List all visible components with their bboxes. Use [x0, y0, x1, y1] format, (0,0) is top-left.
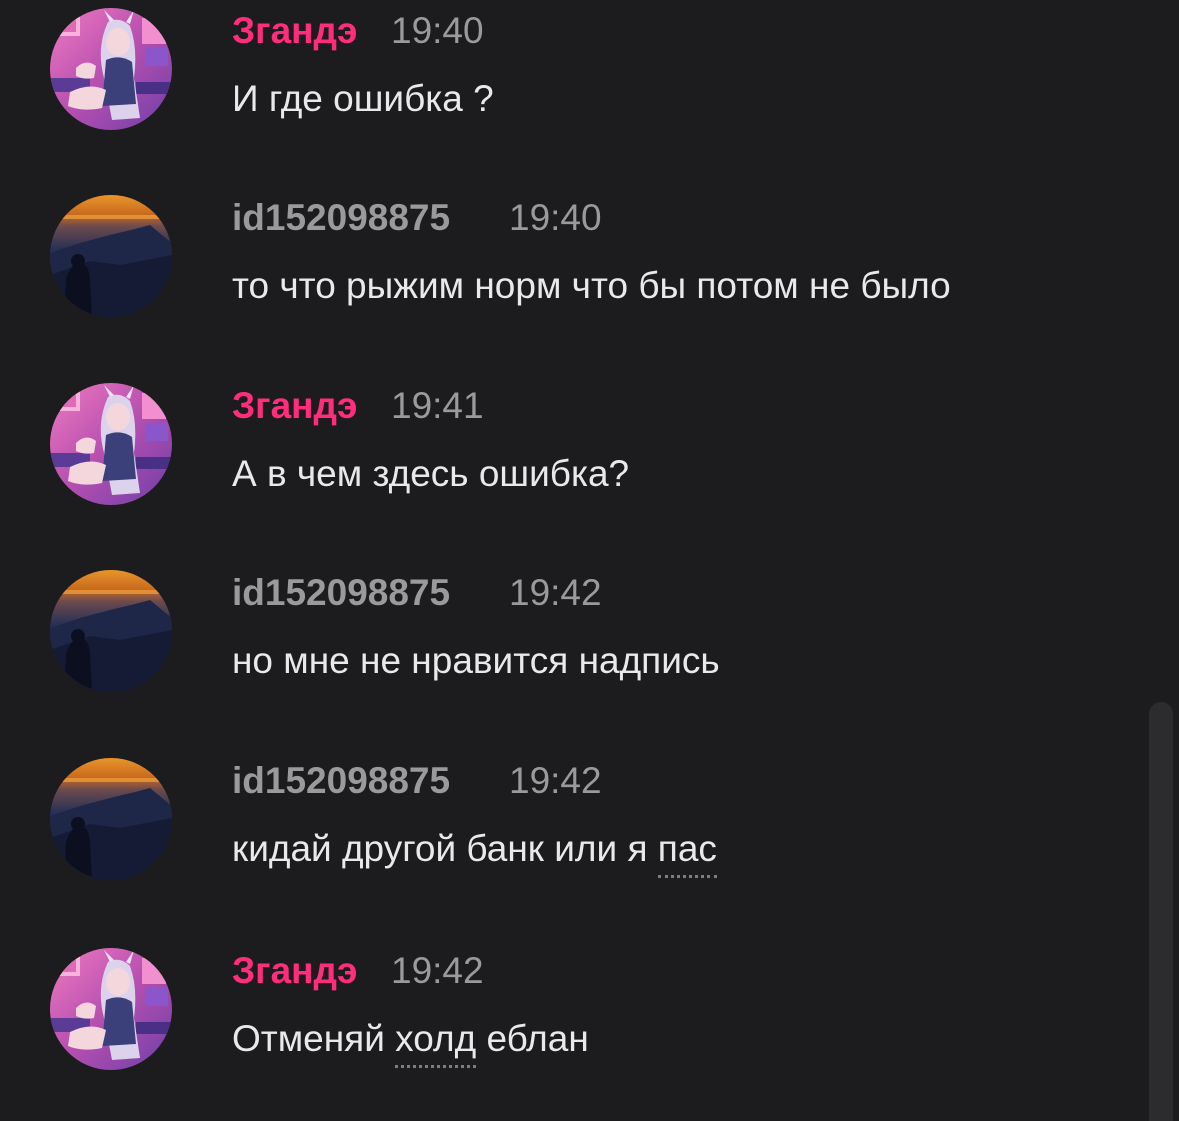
- sunset-mountain-avatar-icon[interactable]: [50, 195, 172, 317]
- message-author[interactable]: id152098875: [232, 760, 450, 802]
- message-item: Згандэ 19:41 А в чем здесь ошибка?: [0, 375, 1140, 515]
- sunset-mountain-avatar-icon[interactable]: [50, 570, 172, 692]
- message-text: то что рыжим норм что бы потом не было: [232, 265, 951, 306]
- message-item: id152098875 19:40 то что рыжим норм что …: [0, 187, 1140, 327]
- message-item: id152098875 19:42 кидай другой банк или …: [0, 750, 1140, 890]
- message-item: id152098875 19:42 но мне не нравится над…: [0, 562, 1140, 702]
- anime-girl-avatar-icon[interactable]: [50, 8, 172, 130]
- message-author[interactable]: id152098875: [232, 197, 450, 239]
- message-text: И где ошибка ?: [232, 78, 494, 119]
- chat-message-list: Згандэ 19:40 И где ошибка ? id152098875 …: [0, 0, 1179, 1121]
- message-time: 19:42: [509, 572, 602, 613]
- message-author[interactable]: Згандэ: [232, 10, 357, 52]
- anime-girl-avatar-icon[interactable]: [50, 948, 172, 1070]
- message-text: но мне не нравится надпись: [232, 640, 720, 681]
- message-time: 19:40: [391, 10, 484, 51]
- message-item: Згандэ 19:40 И где ошибка ?: [0, 0, 1140, 140]
- sunset-mountain-avatar-icon[interactable]: [50, 758, 172, 880]
- message-text: кидай другой банк или я пас: [232, 828, 717, 878]
- scrollbar[interactable]: [1149, 702, 1173, 1121]
- message-text-part: еблан: [476, 1018, 589, 1059]
- message-author[interactable]: id152098875: [232, 572, 450, 614]
- message-author[interactable]: Згандэ: [232, 385, 357, 427]
- message-time: 19:41: [391, 385, 484, 426]
- message-time: 19:42: [509, 760, 602, 801]
- message-text: Отменяй холд еблан: [232, 1018, 589, 1068]
- message-item: Згандэ 19:42 Отменяй холд еблан: [0, 940, 1140, 1080]
- message-text-part: Отменяй: [232, 1018, 396, 1059]
- message-time: 19:40: [509, 197, 602, 238]
- message-time: 19:42: [391, 950, 484, 991]
- message-text-part: кидай другой банк или я: [232, 828, 658, 869]
- underlined-word[interactable]: пас: [657, 828, 717, 878]
- message-text: А в чем здесь ошибка?: [232, 453, 630, 494]
- anime-girl-avatar-icon[interactable]: [50, 383, 172, 505]
- underlined-word[interactable]: холд: [395, 1018, 477, 1068]
- message-author[interactable]: Згандэ: [232, 950, 357, 992]
